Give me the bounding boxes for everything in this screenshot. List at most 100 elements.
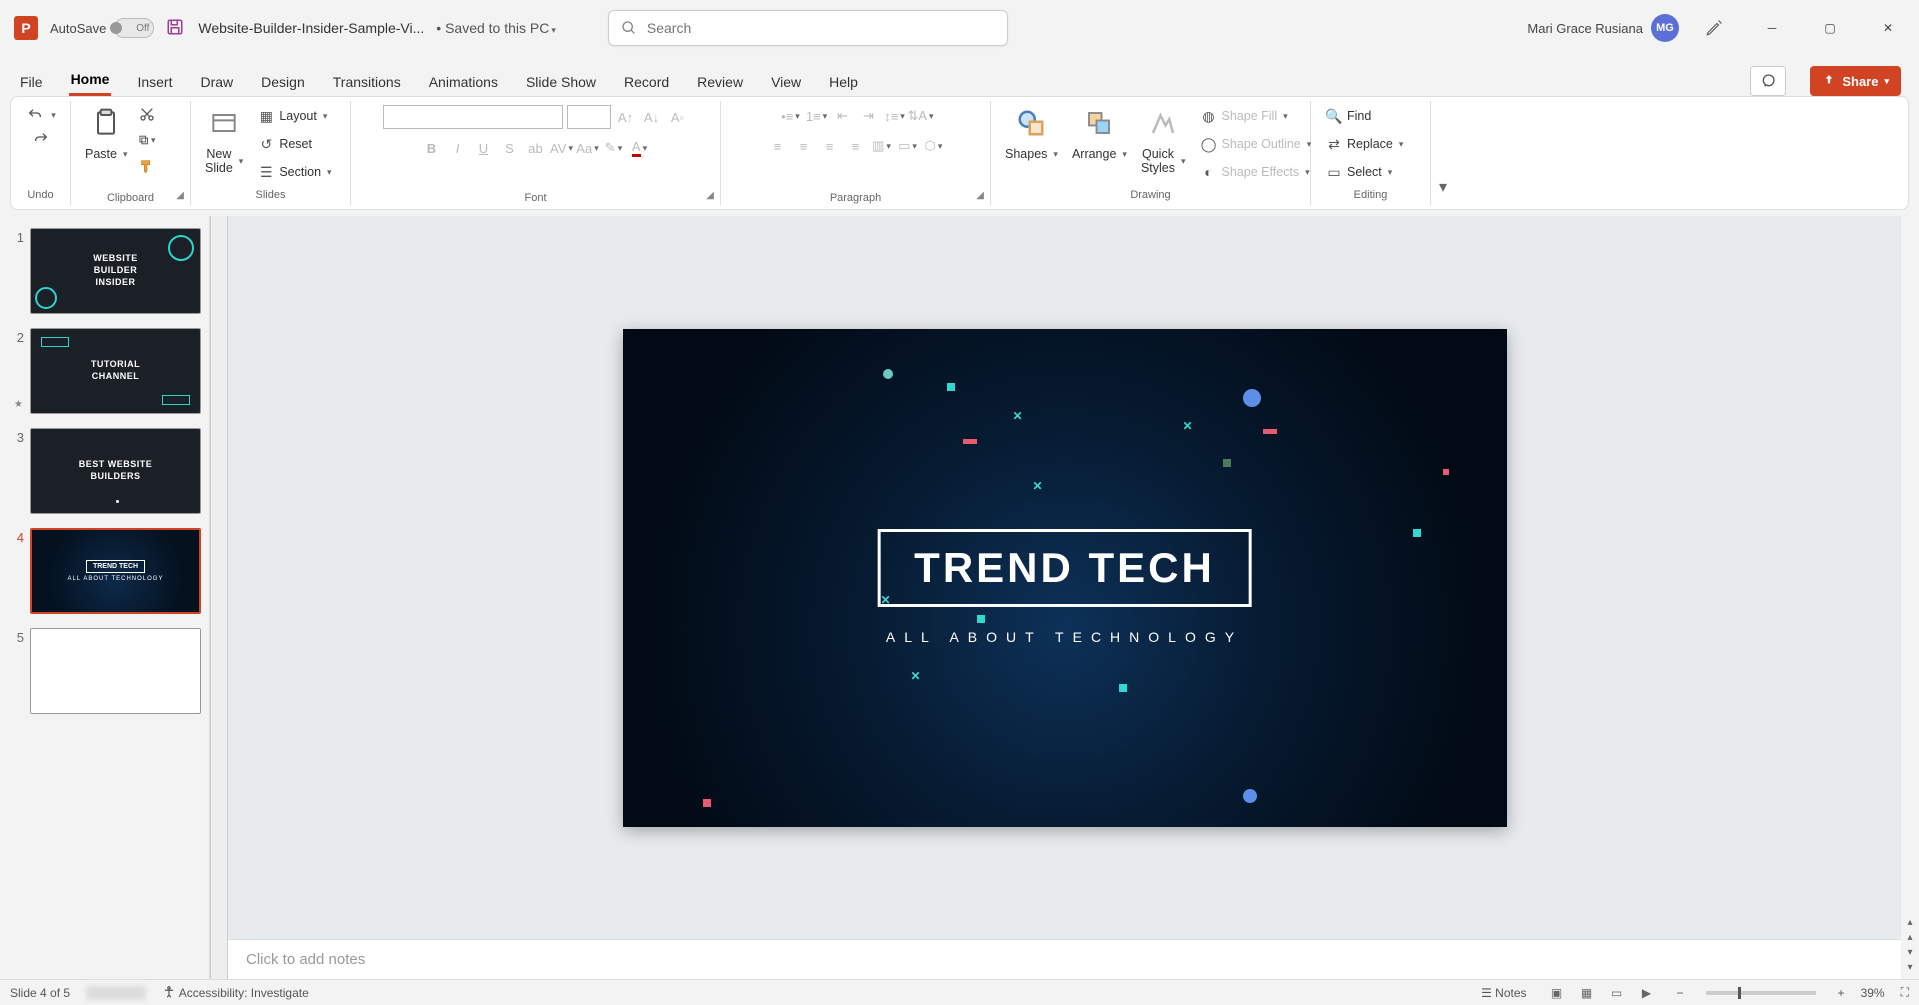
slide-thumbnail-2[interactable]: TUTORIALCHANNEL — [30, 328, 201, 414]
zoom-in-button[interactable]: + — [1838, 986, 1845, 1000]
decrease-font-button[interactable]: A↓ — [641, 106, 663, 128]
notes-toggle[interactable]: ☰ Notes — [1481, 986, 1526, 1000]
search-box[interactable] — [608, 10, 1008, 46]
select-button[interactable]: ▭Select — [1321, 161, 1396, 183]
undo-button[interactable] — [21, 105, 60, 125]
highlight-button[interactable]: ✎ — [603, 137, 625, 159]
prev-slide-icon[interactable]: ▴ — [1907, 932, 1912, 943]
tab-record[interactable]: Record — [622, 68, 671, 96]
smartart-button[interactable]: ⬡ — [923, 135, 945, 157]
clear-formatting-button[interactable]: A◦ — [667, 106, 689, 128]
increase-font-button[interactable]: A↑ — [615, 106, 637, 128]
char-spacing-button[interactable]: AV — [551, 137, 573, 159]
strikethrough-button[interactable]: S — [499, 137, 521, 159]
format-painter-button[interactable] — [138, 157, 156, 175]
tab-animations[interactable]: Animations — [427, 68, 500, 96]
numbering-button[interactable]: 1≡ — [806, 105, 828, 127]
text-direction-button[interactable]: ⇅A — [910, 105, 932, 127]
layout-button[interactable]: ▦Layout — [253, 105, 331, 127]
zoom-out-button[interactable]: − — [1677, 986, 1684, 1000]
collapse-ribbon-button[interactable]: ▾ — [1431, 101, 1455, 205]
next-slide-icon[interactable]: ▾ — [1907, 947, 1912, 958]
paste-button[interactable]: Paste — [81, 105, 132, 163]
thumbnail-splitter[interactable] — [210, 216, 228, 979]
slide-thumbnail-1[interactable]: WEBSITEBUILDERINSIDER — [30, 228, 201, 314]
cut-button[interactable] — [138, 105, 156, 123]
font-color-button[interactable]: A — [629, 137, 651, 159]
accessibility-status[interactable]: Accessibility: Investigate — [162, 985, 309, 1000]
share-button[interactable]: Share ▾ — [1810, 66, 1901, 96]
replace-button[interactable]: ⇄Replace — [1321, 133, 1407, 155]
slideshow-view-button[interactable]: ▶ — [1633, 983, 1661, 1003]
tab-design[interactable]: Design — [259, 68, 307, 96]
font-launcher[interactable]: ◢ — [706, 190, 714, 201]
tab-draw[interactable]: Draw — [198, 68, 235, 96]
align-center-button[interactable]: ≡ — [793, 135, 815, 157]
copy-button[interactable] — [138, 131, 156, 149]
search-input[interactable] — [647, 20, 995, 36]
shape-fill-button[interactable]: ◍Shape Fill — [1196, 105, 1292, 127]
tab-transitions[interactable]: Transitions — [331, 68, 403, 96]
increase-indent-button[interactable]: ⇥ — [858, 105, 880, 127]
slide-thumbnails-panel[interactable]: 1 WEBSITEBUILDERINSIDER 2★ TUTORIALCHANN… — [0, 216, 210, 979]
close-button[interactable]: ✕ — [1865, 12, 1911, 44]
language-indicator[interactable] — [86, 986, 146, 1000]
shape-effects-button[interactable]: ◐Shape Effects — [1196, 161, 1314, 183]
redo-button[interactable] — [27, 129, 55, 149]
reading-view-button[interactable]: ▭ — [1603, 983, 1631, 1003]
autosave-control[interactable]: AutoSave Off — [50, 18, 154, 38]
vertical-scrollbar[interactable]: ▴ ▴ ▾ ▾ — [1901, 216, 1919, 979]
normal-view-button[interactable]: ▣ — [1543, 983, 1571, 1003]
bullets-button[interactable]: •≡ — [780, 105, 802, 127]
prev-slide-icon[interactable]: ▴ — [1907, 917, 1912, 928]
font-family-selector[interactable] — [383, 105, 563, 129]
font-size-selector[interactable] — [567, 105, 611, 129]
next-slide-icon[interactable]: ▾ — [1907, 962, 1912, 973]
align-text-button[interactable]: ▭ — [897, 135, 919, 157]
find-button[interactable]: 🔍Find — [1321, 105, 1375, 127]
section-button[interactable]: ☰Section — [253, 161, 335, 183]
justify-button[interactable]: ≡ — [845, 135, 867, 157]
current-slide[interactable]: ✕ ✕ ✕ ✕ ✕ TREND TECH ALL ABOUT TECHNOLOG… — [623, 329, 1507, 827]
align-right-button[interactable]: ≡ — [819, 135, 841, 157]
zoom-slider[interactable] — [1706, 991, 1816, 995]
slide-thumbnail-5[interactable] — [30, 628, 201, 714]
user-account[interactable]: Mari Grace Rusiana MG — [1527, 14, 1679, 42]
comments-button[interactable] — [1750, 66, 1786, 96]
align-left-button[interactable]: ≡ — [767, 135, 789, 157]
arrange-button[interactable]: Arrange — [1068, 105, 1131, 163]
autosave-toggle[interactable]: Off — [114, 18, 154, 38]
shadow-button[interactable]: ab — [525, 137, 547, 159]
shape-outline-button[interactable]: ◯Shape Outline — [1196, 133, 1316, 155]
slide-canvas-area[interactable]: ✕ ✕ ✕ ✕ ✕ TREND TECH ALL ABOUT TECHNOLOG… — [228, 216, 1901, 939]
columns-button[interactable]: ▥ — [871, 135, 893, 157]
pen-icon[interactable] — [1691, 12, 1737, 44]
tab-insert[interactable]: Insert — [135, 68, 174, 96]
tab-slideshow[interactable]: Slide Show — [524, 68, 598, 96]
quick-styles-button[interactable]: Quick Styles — [1137, 105, 1190, 177]
bold-button[interactable]: B — [421, 137, 443, 159]
tab-home[interactable]: Home — [69, 65, 112, 96]
zoom-level[interactable]: 39% — [1861, 986, 1885, 1000]
tab-help[interactable]: Help — [827, 68, 860, 96]
shapes-button[interactable]: Shapes — [1001, 105, 1062, 163]
line-spacing-button[interactable]: ↕≡ — [884, 105, 906, 127]
document-title[interactable]: Website-Builder-Insider-Sample-Vi... — [198, 20, 424, 36]
notes-pane[interactable]: Click to add notes — [228, 939, 1901, 979]
clipboard-launcher[interactable]: ◢ — [176, 190, 184, 201]
italic-button[interactable]: I — [447, 137, 469, 159]
sorter-view-button[interactable]: ▦ — [1573, 983, 1601, 1003]
slide-subtitle[interactable]: ALL ABOUT TECHNOLOGY — [886, 629, 1243, 645]
paragraph-launcher[interactable]: ◢ — [976, 190, 984, 201]
underline-button[interactable]: U — [473, 137, 495, 159]
save-status[interactable]: • Saved to this PC — [436, 20, 556, 36]
slide-counter[interactable]: Slide 4 of 5 — [10, 986, 70, 1000]
tab-review[interactable]: Review — [695, 68, 745, 96]
save-icon[interactable] — [166, 18, 186, 38]
tab-view[interactable]: View — [769, 68, 803, 96]
change-case-button[interactable]: Aa — [577, 137, 599, 159]
fit-to-window-button[interactable]: ⛶ — [1901, 985, 1909, 1000]
slide-title-box[interactable]: TREND TECH — [877, 529, 1252, 607]
reset-button[interactable]: ↺Reset — [253, 133, 316, 155]
decrease-indent-button[interactable]: ⇤ — [832, 105, 854, 127]
